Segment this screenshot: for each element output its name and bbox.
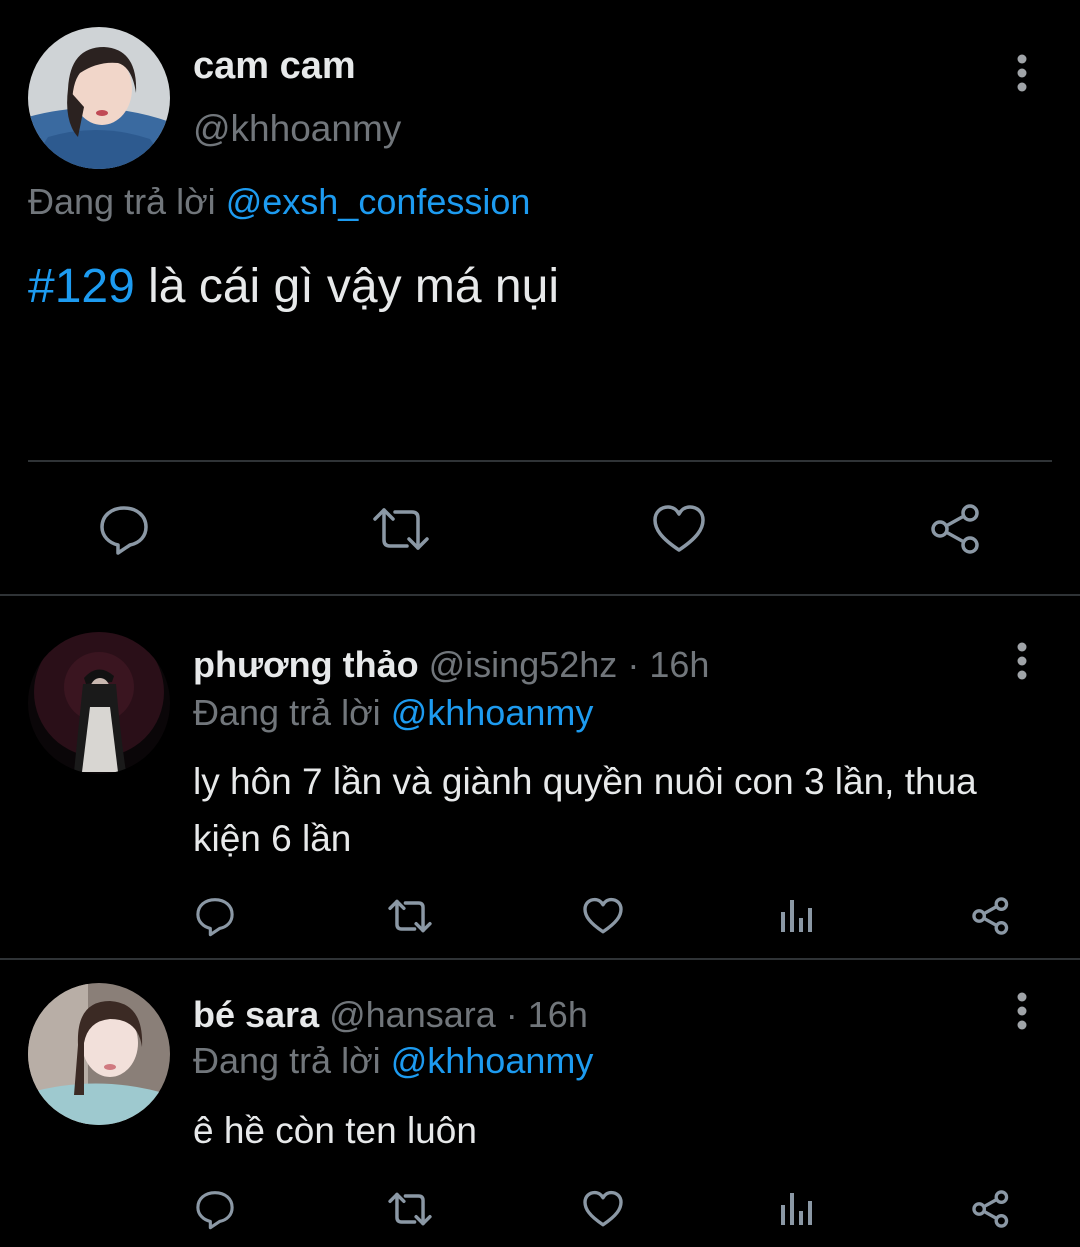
reply-header: phương thảo @ising52hz · 16h — [193, 644, 709, 686]
retweet-icon[interactable] — [370, 499, 432, 559]
reply-timestamp[interactable]: 16h — [528, 994, 588, 1035]
comment-icon[interactable] — [193, 894, 237, 938]
reply-avatar[interactable] — [28, 983, 170, 1125]
tweet-text: #129 là cái gì vậy má nụi — [28, 259, 559, 314]
main-handle[interactable]: @khhoanmy — [193, 108, 401, 150]
share-icon[interactable] — [926, 499, 986, 559]
separator: · — [627, 644, 640, 685]
reply-handle[interactable]: @ising52hz — [429, 644, 618, 685]
reply-header: bé sara @hansara · 16h — [193, 994, 588, 1036]
reply-context-label: Đang trả lời — [28, 181, 216, 222]
divider — [0, 594, 1080, 596]
more-options-icon[interactable] — [1002, 991, 1042, 1031]
reply-context-label: Đang trả lời — [193, 692, 381, 733]
main-avatar[interactable] — [28, 27, 170, 169]
reply-context: Đang trả lời @khhoanmy — [193, 1040, 593, 1082]
more-options-icon[interactable] — [1002, 641, 1042, 681]
tweet-hashtag[interactable]: #129 — [28, 260, 135, 313]
reply-avatar[interactable] — [28, 632, 170, 774]
heart-icon[interactable] — [649, 499, 709, 559]
reply-timestamp[interactable]: 16h — [649, 644, 709, 685]
reply-display-name[interactable]: phương thảo — [193, 644, 419, 685]
more-options-icon[interactable] — [1002, 53, 1042, 93]
retweet-icon[interactable] — [386, 1187, 434, 1231]
reply-context-mention[interactable]: @exsh_confession — [226, 181, 531, 222]
retweet-icon[interactable] — [386, 894, 434, 938]
reply-handle[interactable]: @hansara — [329, 994, 496, 1035]
divider — [28, 460, 1052, 462]
divider — [0, 958, 1080, 960]
separator: · — [505, 994, 518, 1035]
reply-context: Đang trả lời @khhoanmy — [193, 692, 593, 734]
reply-context-mention[interactable]: @khhoanmy — [391, 1040, 594, 1081]
comment-icon[interactable] — [193, 1187, 237, 1231]
reply-text: ê hề còn ten luôn — [193, 1110, 477, 1151]
reply-context: Đang trả lời @exsh_confession — [28, 181, 530, 223]
heart-icon[interactable] — [581, 1187, 625, 1231]
analytics-icon[interactable] — [775, 1187, 817, 1231]
reply-display-name[interactable]: bé sara — [193, 994, 319, 1035]
heart-icon[interactable] — [581, 894, 625, 938]
reply-text: ly hôn 7 lần và giành quyền nuôi con 3 l… — [193, 761, 977, 859]
reply-context-mention[interactable]: @khhoanmy — [391, 692, 594, 733]
comment-icon[interactable] — [94, 499, 154, 559]
main-display-name[interactable]: cam cam — [193, 45, 356, 88]
share-icon[interactable] — [969, 1187, 1013, 1231]
reply-context-label: Đang trả lời — [193, 1040, 381, 1081]
analytics-icon[interactable] — [775, 894, 817, 938]
share-icon[interactable] — [969, 894, 1013, 938]
tweet-body: là cái gì vậy má nụi — [134, 260, 559, 313]
